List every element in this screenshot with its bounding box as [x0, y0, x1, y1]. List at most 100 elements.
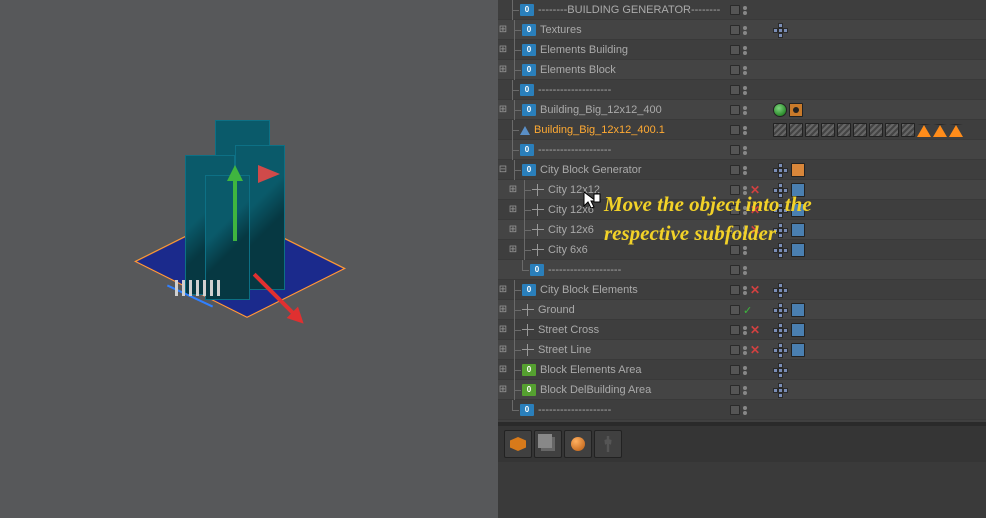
- visibility-toggle[interactable]: [730, 285, 740, 295]
- warning-tag-icon[interactable]: [933, 124, 947, 137]
- texture-tag-icon[interactable]: [789, 123, 803, 137]
- tree-row[interactable]: ⊞ 0 Block DelBuilding Area: [498, 380, 986, 400]
- visibility-toggle[interactable]: [730, 365, 740, 375]
- tags-area[interactable]: [773, 240, 805, 260]
- tree-row[interactable]: ⊞ 0 Building_Big_12x12_400: [498, 100, 986, 120]
- expand-toggle[interactable]: ⊞: [498, 385, 508, 395]
- visibility-toggle[interactable]: [730, 305, 740, 315]
- visibility-toggle[interactable]: [730, 105, 740, 115]
- axis-x-icon[interactable]: [287, 307, 310, 330]
- tags-area[interactable]: [773, 300, 805, 320]
- tag-icon[interactable]: [791, 183, 805, 197]
- object-tree[interactable]: 0 --------BUILDING GENERATOR-------- ⊞ 0…: [498, 0, 986, 422]
- attribute-panel[interactable]: [498, 462, 986, 518]
- texture-tag-icon[interactable]: [837, 123, 851, 137]
- texture-tag-icon[interactable]: [773, 123, 787, 137]
- red-x-icon[interactable]: ✕: [750, 183, 760, 197]
- object-label[interactable]: --------------------: [538, 84, 611, 96]
- expand-toggle[interactable]: ⊞: [498, 365, 508, 375]
- axis-y-icon[interactable]: [227, 165, 243, 181]
- red-x-icon[interactable]: ✕: [750, 343, 760, 357]
- tags-area[interactable]: [773, 340, 805, 360]
- visibility-toggle[interactable]: [730, 25, 740, 35]
- tree-row[interactable]: ⊞ 0 City Block Elements ✕: [498, 280, 986, 300]
- tags-area[interactable]: [773, 100, 803, 120]
- object-label[interactable]: Street Line: [538, 344, 591, 356]
- expand-toggle[interactable]: ⊞: [508, 245, 518, 255]
- warning-tag-icon[interactable]: [949, 124, 963, 137]
- visibility-toggle[interactable]: [730, 385, 740, 395]
- tree-row-selected[interactable]: Building_Big_12x12_400.1: [498, 120, 986, 140]
- visibility-toggle[interactable]: [730, 45, 740, 55]
- tree-row[interactable]: ⊞ 0 Textures: [498, 20, 986, 40]
- object-label[interactable]: City Block Generator: [540, 164, 641, 176]
- tags-area[interactable]: [773, 200, 805, 220]
- visibility-toggle[interactable]: [730, 185, 740, 195]
- tag-icon[interactable]: [791, 303, 805, 317]
- expand-toggle[interactable]: ⊞: [508, 185, 518, 195]
- visibility-toggle[interactable]: [730, 125, 740, 135]
- tag-icon[interactable]: [791, 203, 805, 217]
- object-label[interactable]: --------------------: [548, 264, 621, 276]
- object-label[interactable]: Elements Building: [540, 44, 628, 56]
- expand-toggle[interactable]: ⊞: [498, 25, 508, 35]
- object-label[interactable]: --------------------: [538, 404, 611, 416]
- tree-row[interactable]: ⊞ Street Cross ✕: [498, 320, 986, 340]
- display-tag-icon[interactable]: [789, 103, 803, 117]
- tool-button-sphere[interactable]: [564, 430, 592, 458]
- visibility-toggle[interactable]: [730, 405, 740, 415]
- object-label[interactable]: Ground: [538, 304, 575, 316]
- red-x-icon[interactable]: ✕: [750, 323, 760, 337]
- tool-button-stack[interactable]: [534, 430, 562, 458]
- expand-toggle[interactable]: ⊞: [508, 225, 518, 235]
- red-x-icon[interactable]: ✕: [750, 283, 760, 297]
- tree-row[interactable]: ⊞ 0 Block Elements Area: [498, 360, 986, 380]
- visibility-toggle[interactable]: [730, 245, 740, 255]
- tag-icon[interactable]: [791, 323, 805, 337]
- texture-tag-icon[interactable]: [901, 123, 915, 137]
- object-label[interactable]: Building_Big_12x12_400.1: [534, 124, 665, 136]
- tree-row-heading[interactable]: 0 --------BUILDING GENERATOR--------: [498, 0, 986, 20]
- visibility-toggle[interactable]: [730, 65, 740, 75]
- visibility-toggle[interactable]: [730, 225, 740, 235]
- tree-row-sep[interactable]: 0 --------------------: [498, 400, 986, 420]
- expand-toggle[interactable]: ⊞: [498, 285, 508, 295]
- visibility-toggle[interactable]: [730, 265, 740, 275]
- object-label[interactable]: City Block Elements: [540, 284, 638, 296]
- object-label[interactable]: Street Cross: [538, 324, 599, 336]
- tree-row-expanded[interactable]: ⊟ 0 City Block Generator: [498, 160, 986, 180]
- tags-area[interactable]: [773, 160, 805, 180]
- object-label[interactable]: City 6x6: [548, 244, 588, 256]
- red-x-icon[interactable]: ✕: [750, 203, 760, 217]
- object-label[interactable]: --------------------: [538, 144, 611, 156]
- expand-toggle[interactable]: ⊞: [508, 205, 518, 215]
- object-label[interactable]: Textures: [540, 24, 582, 36]
- texture-tag-icon[interactable]: [821, 123, 835, 137]
- object-label[interactable]: Elements Block: [540, 64, 616, 76]
- object-label[interactable]: City 12x6: [548, 204, 594, 216]
- expand-toggle[interactable]: ⊞: [498, 65, 508, 75]
- object-label[interactable]: Block DelBuilding Area: [540, 384, 651, 396]
- tree-row-sep[interactable]: 0 --------------------: [498, 80, 986, 100]
- texture-tag-icon[interactable]: [805, 123, 819, 137]
- object-label[interactable]: City 12x12: [548, 184, 600, 196]
- expand-toggle[interactable]: ⊞: [498, 305, 508, 315]
- tag-icon[interactable]: [773, 103, 787, 117]
- tags-area[interactable]: [773, 360, 789, 380]
- object-label[interactable]: Block Elements Area: [540, 364, 642, 376]
- texture-tag-icon[interactable]: [869, 123, 883, 137]
- object-label[interactable]: Building_Big_12x12_400: [540, 104, 662, 116]
- tree-row[interactable]: ⊞ Street Line ✕: [498, 340, 986, 360]
- texture-tag-icon[interactable]: [885, 123, 899, 137]
- tool-button-cube[interactable]: [504, 430, 532, 458]
- warning-tag-icon[interactable]: [917, 124, 931, 137]
- tags-area[interactable]: [773, 320, 805, 340]
- viewport-3d[interactable]: [0, 0, 498, 518]
- object-label[interactable]: City 12x6: [548, 224, 594, 236]
- tool-button-figure[interactable]: [594, 430, 622, 458]
- tree-row-child[interactable]: ⊞ City 12x6 ✕: [498, 200, 986, 220]
- tree-row[interactable]: ⊞ Ground ✓: [498, 300, 986, 320]
- visibility-toggle[interactable]: [730, 325, 740, 335]
- tags-area[interactable]: [773, 380, 789, 400]
- tree-row-child[interactable]: ⊞ City 12x6 ✕: [498, 220, 986, 240]
